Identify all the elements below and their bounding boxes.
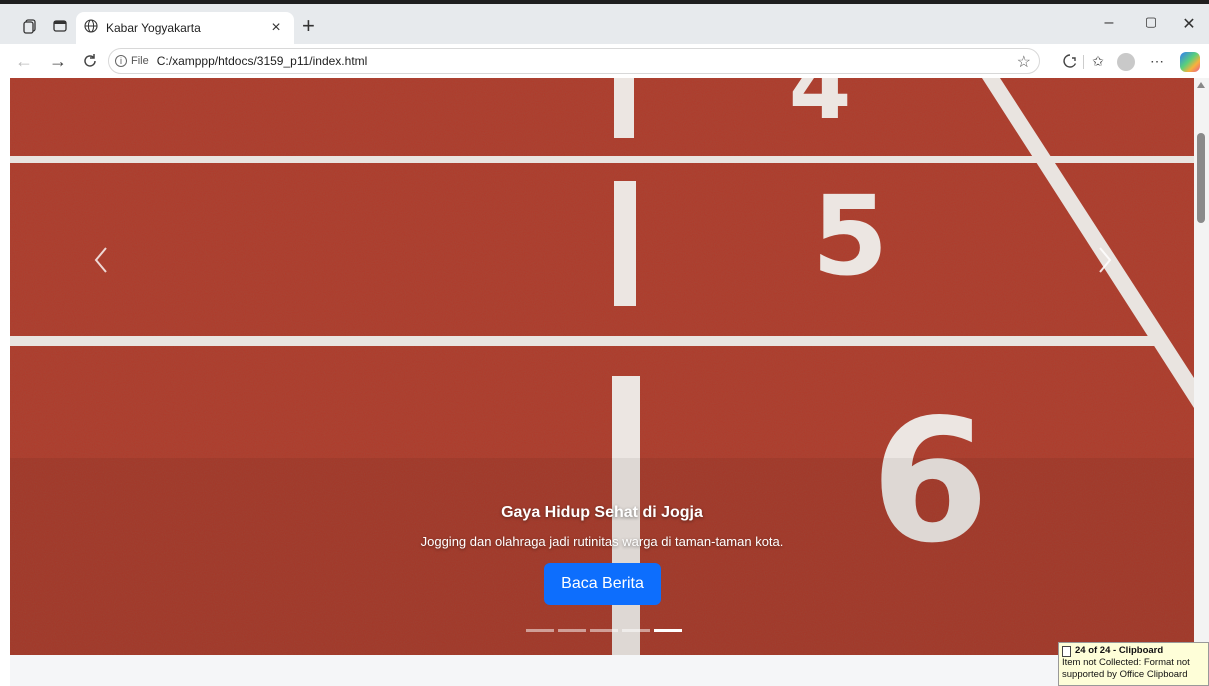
forward-icon[interactable]: → xyxy=(46,49,70,73)
hero-carousel: 4 5 6 Gaya Hidup Sehat di Jogja Jogging … xyxy=(10,78,1194,655)
close-window-button[interactable]: ✕ xyxy=(1174,14,1204,34)
carousel-indicator-4[interactable] xyxy=(622,629,650,632)
lane-number-5: 5 xyxy=(812,172,889,300)
address-row: ← → i File C:/xamppp/htdocs/3159_p11/ind… xyxy=(0,44,1209,78)
carousel-indicator-1[interactable] xyxy=(526,629,554,632)
read-news-button[interactable]: Baca Berita xyxy=(544,563,661,605)
back-icon[interactable]: ← xyxy=(12,49,36,73)
active-tab[interactable]: Kabar Yogyakarta × xyxy=(76,12,294,44)
slide-title: Gaya Hidup Sehat di Jogja xyxy=(501,504,703,521)
page-scrollbar[interactable] xyxy=(1194,78,1209,686)
minimize-button[interactable]: – xyxy=(1094,14,1124,32)
lane-number-4: 4 xyxy=(789,78,852,140)
file-chip-label: File xyxy=(131,55,149,67)
tab-actions-icon[interactable] xyxy=(48,14,72,38)
toolbar-divider xyxy=(1083,55,1084,69)
carousel-indicator-3[interactable] xyxy=(590,629,618,632)
globe-icon xyxy=(84,18,98,38)
carousel-next-button[interactable] xyxy=(1090,243,1120,277)
carousel-indicators xyxy=(526,629,682,632)
page-viewport: 4 5 6 Gaya Hidup Sehat di Jogja Jogging … xyxy=(10,78,1194,686)
carousel-prev-button[interactable] xyxy=(86,243,116,277)
carousel-indicator-5[interactable] xyxy=(654,629,682,632)
extensions-icon[interactable] xyxy=(1060,51,1080,71)
scroll-thumb[interactable] xyxy=(1197,133,1205,223)
more-icon[interactable]: ⋯ xyxy=(1147,51,1167,71)
maximize-button[interactable]: ▢ xyxy=(1136,14,1166,30)
info-icon: i xyxy=(115,55,127,67)
slide-description: Jogging dan olahraga jadi rutinitas warg… xyxy=(420,534,784,549)
copilot-icon[interactable] xyxy=(1180,52,1200,72)
url-text[interactable]: C:/xamppp/htdocs/3159_p11/index.html xyxy=(157,54,368,68)
toast-message: Item not Collected: Format not supported… xyxy=(1062,657,1190,680)
reload-icon[interactable] xyxy=(78,49,102,73)
favorites-icon[interactable]: ✩ xyxy=(1088,51,1108,71)
tab-bar: Kabar Yogyakarta × + – ▢ ✕ xyxy=(0,4,1209,44)
file-chip[interactable]: i File xyxy=(115,55,149,67)
clipboard-toast: 24 of 24 - Clipboard Item not Collected:… xyxy=(1058,642,1209,686)
clipboard-icon xyxy=(1062,645,1071,657)
workspaces-icon[interactable] xyxy=(18,14,42,38)
address-bar[interactable]: i File C:/xamppp/htdocs/3159_p11/index.h… xyxy=(108,48,1040,74)
carousel-indicator-2[interactable] xyxy=(558,629,586,632)
tab-title: Kabar Yogyakarta xyxy=(106,21,201,35)
new-tab-button[interactable]: + xyxy=(302,15,315,37)
chevron-right-icon xyxy=(1099,247,1112,273)
profile-avatar[interactable] xyxy=(1117,53,1135,71)
toast-title: 24 of 24 - Clipboard xyxy=(1075,645,1164,656)
favorite-star-icon[interactable]: ☆ xyxy=(1017,52,1031,72)
chevron-left-icon xyxy=(94,247,107,273)
tab-close-icon[interactable]: × xyxy=(266,19,286,37)
scroll-up-icon[interactable] xyxy=(1197,82,1205,88)
